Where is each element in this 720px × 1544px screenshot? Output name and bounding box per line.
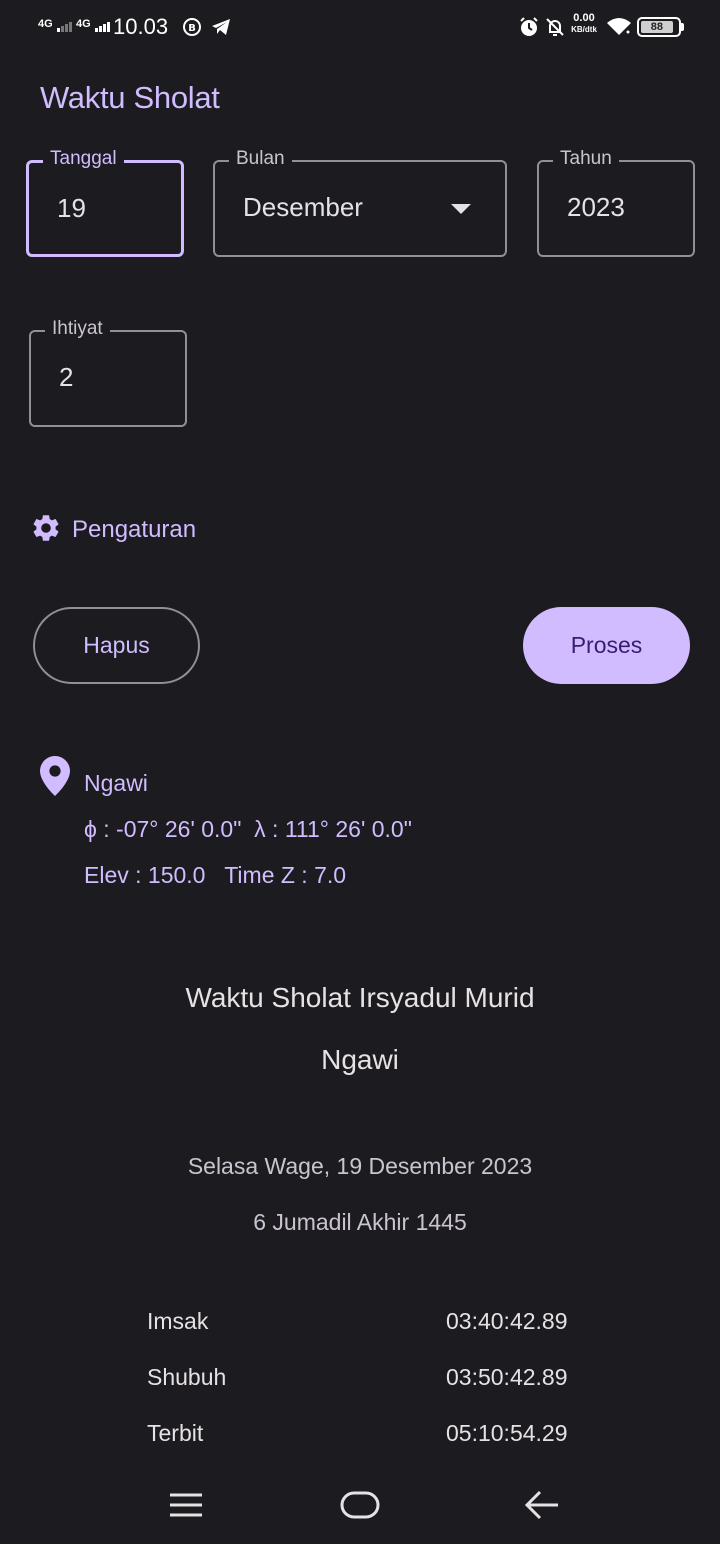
ihtiyat-label: Ihtiyat [45, 318, 110, 340]
location-elevation-timezone: Elev : 150.0 Time Z : 7.0 [84, 862, 347, 888]
prayer-name: Terbit [147, 1420, 204, 1446]
location-pin-icon [40, 756, 70, 801]
clear-button[interactable]: Hapus [33, 607, 200, 684]
prayer-name: Imsak [147, 1308, 209, 1334]
menu-icon[interactable] [168, 1490, 204, 1525]
ihtiyat-value[interactable]: 2 [59, 362, 73, 393]
signal-bars-icon [57, 14, 73, 32]
app-title: Waktu Sholat [40, 80, 220, 115]
table-row: Imsak 03:40:42.89 [0, 1300, 720, 1340]
status-bar: 4G 4G 10.03 B 0.00 KB/dtk 88 [0, 0, 720, 56]
signal-1: 4G [38, 14, 73, 32]
location-coordinates: ϕ : -07° 26' 0.0" λ : 111° 26' 0.0" [84, 816, 412, 842]
location-name: Ngawi [84, 770, 148, 796]
date-masehi: Selasa Wage, 19 Desember 2023 [187, 1153, 533, 1179]
date-hijri: 6 Jumadil Akhir 1445 [253, 1209, 467, 1235]
b-app-icon: B [182, 17, 202, 42]
result-city: Ngawi [321, 1044, 399, 1075]
tahun-field[interactable]: Tahun 2023 [537, 148, 695, 257]
home-icon[interactable] [340, 1490, 380, 1525]
prayer-name: Shubuh [147, 1364, 227, 1390]
back-arrow-icon[interactable] [524, 1488, 560, 1527]
gear-icon [30, 512, 62, 549]
alarm-icon [518, 16, 540, 43]
tanggal-field[interactable]: Tanggal 19 [26, 148, 184, 257]
svg-text:B: B [188, 23, 196, 34]
signal-2: 4G [76, 14, 111, 32]
tanggal-label: Tanggal [43, 148, 124, 170]
result-title: Waktu Sholat Irsyadul Murid [185, 982, 535, 1013]
table-row: Terbit 05:10:54.29 [0, 1412, 720, 1452]
tahun-value[interactable]: 2023 [567, 192, 625, 223]
tanggal-value[interactable]: 19 [57, 193, 86, 224]
mute-icon [544, 16, 566, 43]
settings-link[interactable]: Pengaturan [30, 512, 196, 548]
process-button[interactable]: Proses [523, 607, 690, 684]
wifi-icon [606, 16, 632, 41]
signal-bars-icon [95, 14, 111, 32]
net-speed: 0.00 KB/dtk [571, 12, 597, 35]
battery-icon: 88 [637, 17, 684, 37]
ihtiyat-field[interactable]: Ihtiyat 2 [29, 318, 187, 427]
dropdown-arrow-icon[interactable] [451, 204, 471, 214]
prayer-time: 03:40:42.89 [446, 1308, 568, 1334]
status-time: 10.03 [113, 14, 169, 39]
bulan-select[interactable]: Bulan Desember [213, 148, 507, 257]
bulan-label: Bulan [229, 148, 292, 170]
prayer-time: 05:10:54.29 [446, 1420, 568, 1446]
navigation-bar [0, 1468, 720, 1544]
bulan-value: Desember [243, 192, 363, 222]
prayer-time: 03:50:42.89 [446, 1364, 568, 1390]
settings-label: Pengaturan [72, 516, 197, 543]
tahun-label: Tahun [553, 148, 619, 170]
table-row: Shubuh 03:50:42.89 [0, 1356, 720, 1396]
telegram-icon [210, 17, 232, 42]
